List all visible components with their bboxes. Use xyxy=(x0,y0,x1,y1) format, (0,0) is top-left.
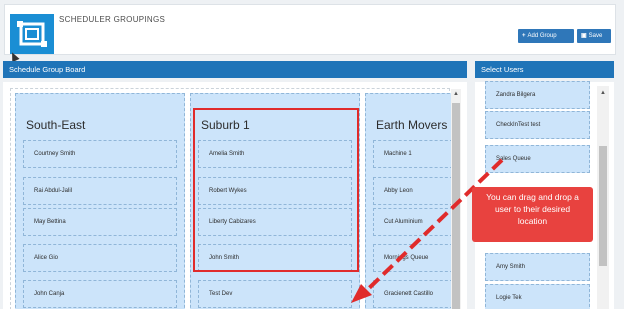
scheduler-groupings-page: SCHEDULER GROUPINGS + Add Group ▣ Save Sch… xyxy=(0,0,624,309)
drag-arrow-icon xyxy=(351,158,504,303)
drag-drop-tooltip: You can drag and drop a user to their de… xyxy=(472,187,593,242)
